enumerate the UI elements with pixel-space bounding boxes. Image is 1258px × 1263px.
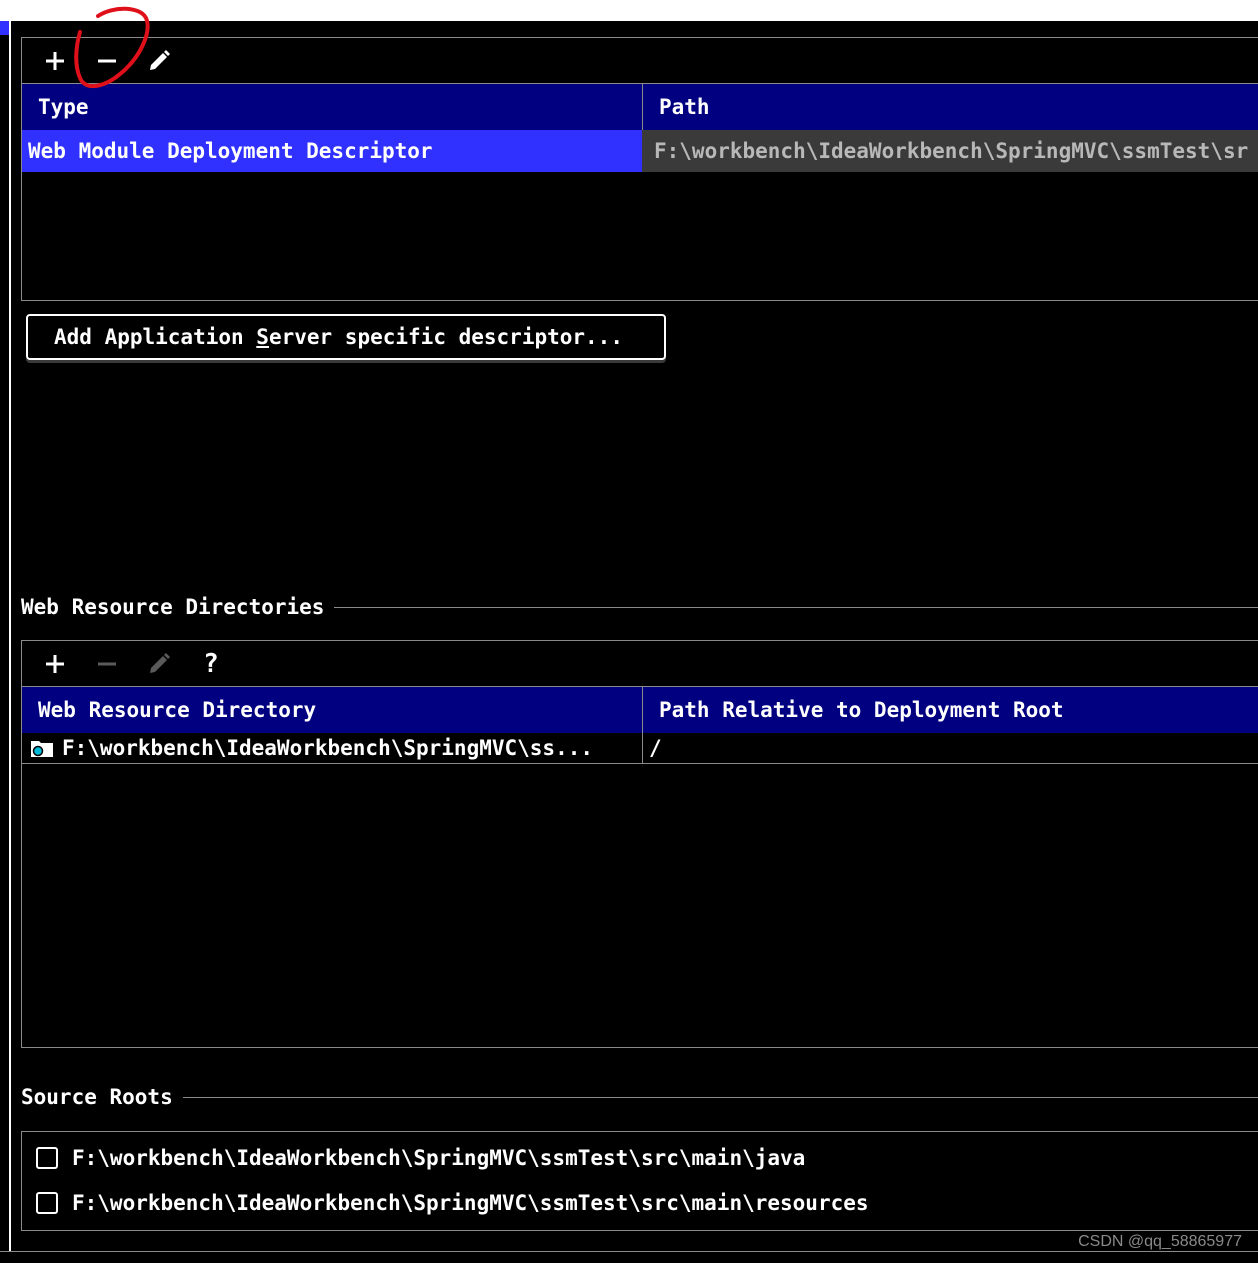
- source-roots-panel: F:\workbench\IdeaWorkbench\SpringMVC\ssm…: [21, 1131, 1258, 1231]
- remove-web-resource-button[interactable]: [88, 646, 126, 682]
- add-server-label-start: Add Application: [54, 325, 257, 349]
- window-top-strip: [0, 0, 1258, 21]
- add-server-descriptor-button[interactable]: Add Application Server specific descript…: [26, 314, 666, 360]
- source-root-item[interactable]: F:\workbench\IdeaWorkbench\SpringMVC\ssm…: [36, 1146, 805, 1170]
- help-button[interactable]: ?: [192, 646, 230, 682]
- source-roots-title: Source Roots: [21, 1085, 173, 1109]
- minus-icon: [98, 662, 116, 665]
- descriptor-type-cell[interactable]: Web Module Deployment Descriptor: [22, 130, 642, 172]
- add-server-label-mnemonic: S: [256, 325, 269, 349]
- edit-web-resource-button[interactable]: [140, 646, 178, 682]
- descriptors-table-header: Type Path: [22, 84, 1258, 130]
- relative-path-cell[interactable]: /: [642, 733, 1258, 763]
- source-root-item[interactable]: F:\workbench\IdeaWorkbench\SpringMVC\ssm…: [36, 1191, 869, 1215]
- web-resource-directory-text: F:\workbench\IdeaWorkbench\SpringMVC\ss.…: [62, 736, 594, 760]
- add-web-resource-button[interactable]: [36, 646, 74, 682]
- source-root-path: F:\workbench\IdeaWorkbench\SpringMVC\ssm…: [72, 1146, 806, 1170]
- web-folder-icon: [31, 741, 53, 757]
- watermark-text: CSDN @qq_58865977: [1078, 1233, 1242, 1250]
- bottom-divider: [0, 1251, 1258, 1252]
- add-server-label-end: erver specific descriptor...: [268, 325, 623, 349]
- plus-icon: [46, 51, 64, 70]
- column-header-path[interactable]: Path: [642, 84, 1258, 130]
- left-accent: [0, 21, 9, 35]
- plus-icon: [46, 654, 64, 673]
- source-root-path: F:\workbench\IdeaWorkbench\SpringMVC\ssm…: [72, 1191, 869, 1215]
- descriptors-toolbar: [22, 38, 1258, 84]
- help-icon: ?: [203, 648, 219, 679]
- table-row[interactable]: F:\workbench\IdeaWorkbench\SpringMVC\ss.…: [22, 733, 1258, 764]
- column-header-web-resource-directory[interactable]: Web Resource Directory: [22, 687, 642, 733]
- column-header-relative-path[interactable]: Path Relative to Deployment Root: [642, 687, 1258, 733]
- source-root-checkbox[interactable]: [36, 1147, 58, 1169]
- web-resources-panel: ? Web Resource Directory Path Relative t…: [21, 640, 1258, 1048]
- descriptors-panel: Type Path Web Module Deployment Descript…: [21, 37, 1258, 301]
- web-resources-title: Web Resource Directories: [21, 595, 325, 619]
- table-row[interactable]: Web Module Deployment Descriptor F:\work…: [22, 130, 1258, 172]
- web-resource-directory-cell[interactable]: F:\workbench\IdeaWorkbench\SpringMVC\ss.…: [22, 733, 642, 763]
- source-roots-section-title: Source Roots: [21, 1082, 1258, 1112]
- pencil-icon: [150, 652, 170, 673]
- source-root-checkbox[interactable]: [36, 1192, 58, 1214]
- descriptor-path-cell[interactable]: F:\workbench\IdeaWorkbench\SpringMVC\ssm…: [642, 130, 1258, 172]
- web-resources-separator: [334, 606, 1258, 608]
- annotation-circle: [74, 6, 150, 89]
- left-divider: [9, 21, 11, 1251]
- web-resources-toolbar: ?: [22, 641, 1258, 687]
- web-resources-section-title: Web Resource Directories: [21, 592, 1258, 622]
- web-resources-table-header: Web Resource Directory Path Relative to …: [22, 687, 1258, 733]
- source-roots-separator: [182, 1096, 1258, 1098]
